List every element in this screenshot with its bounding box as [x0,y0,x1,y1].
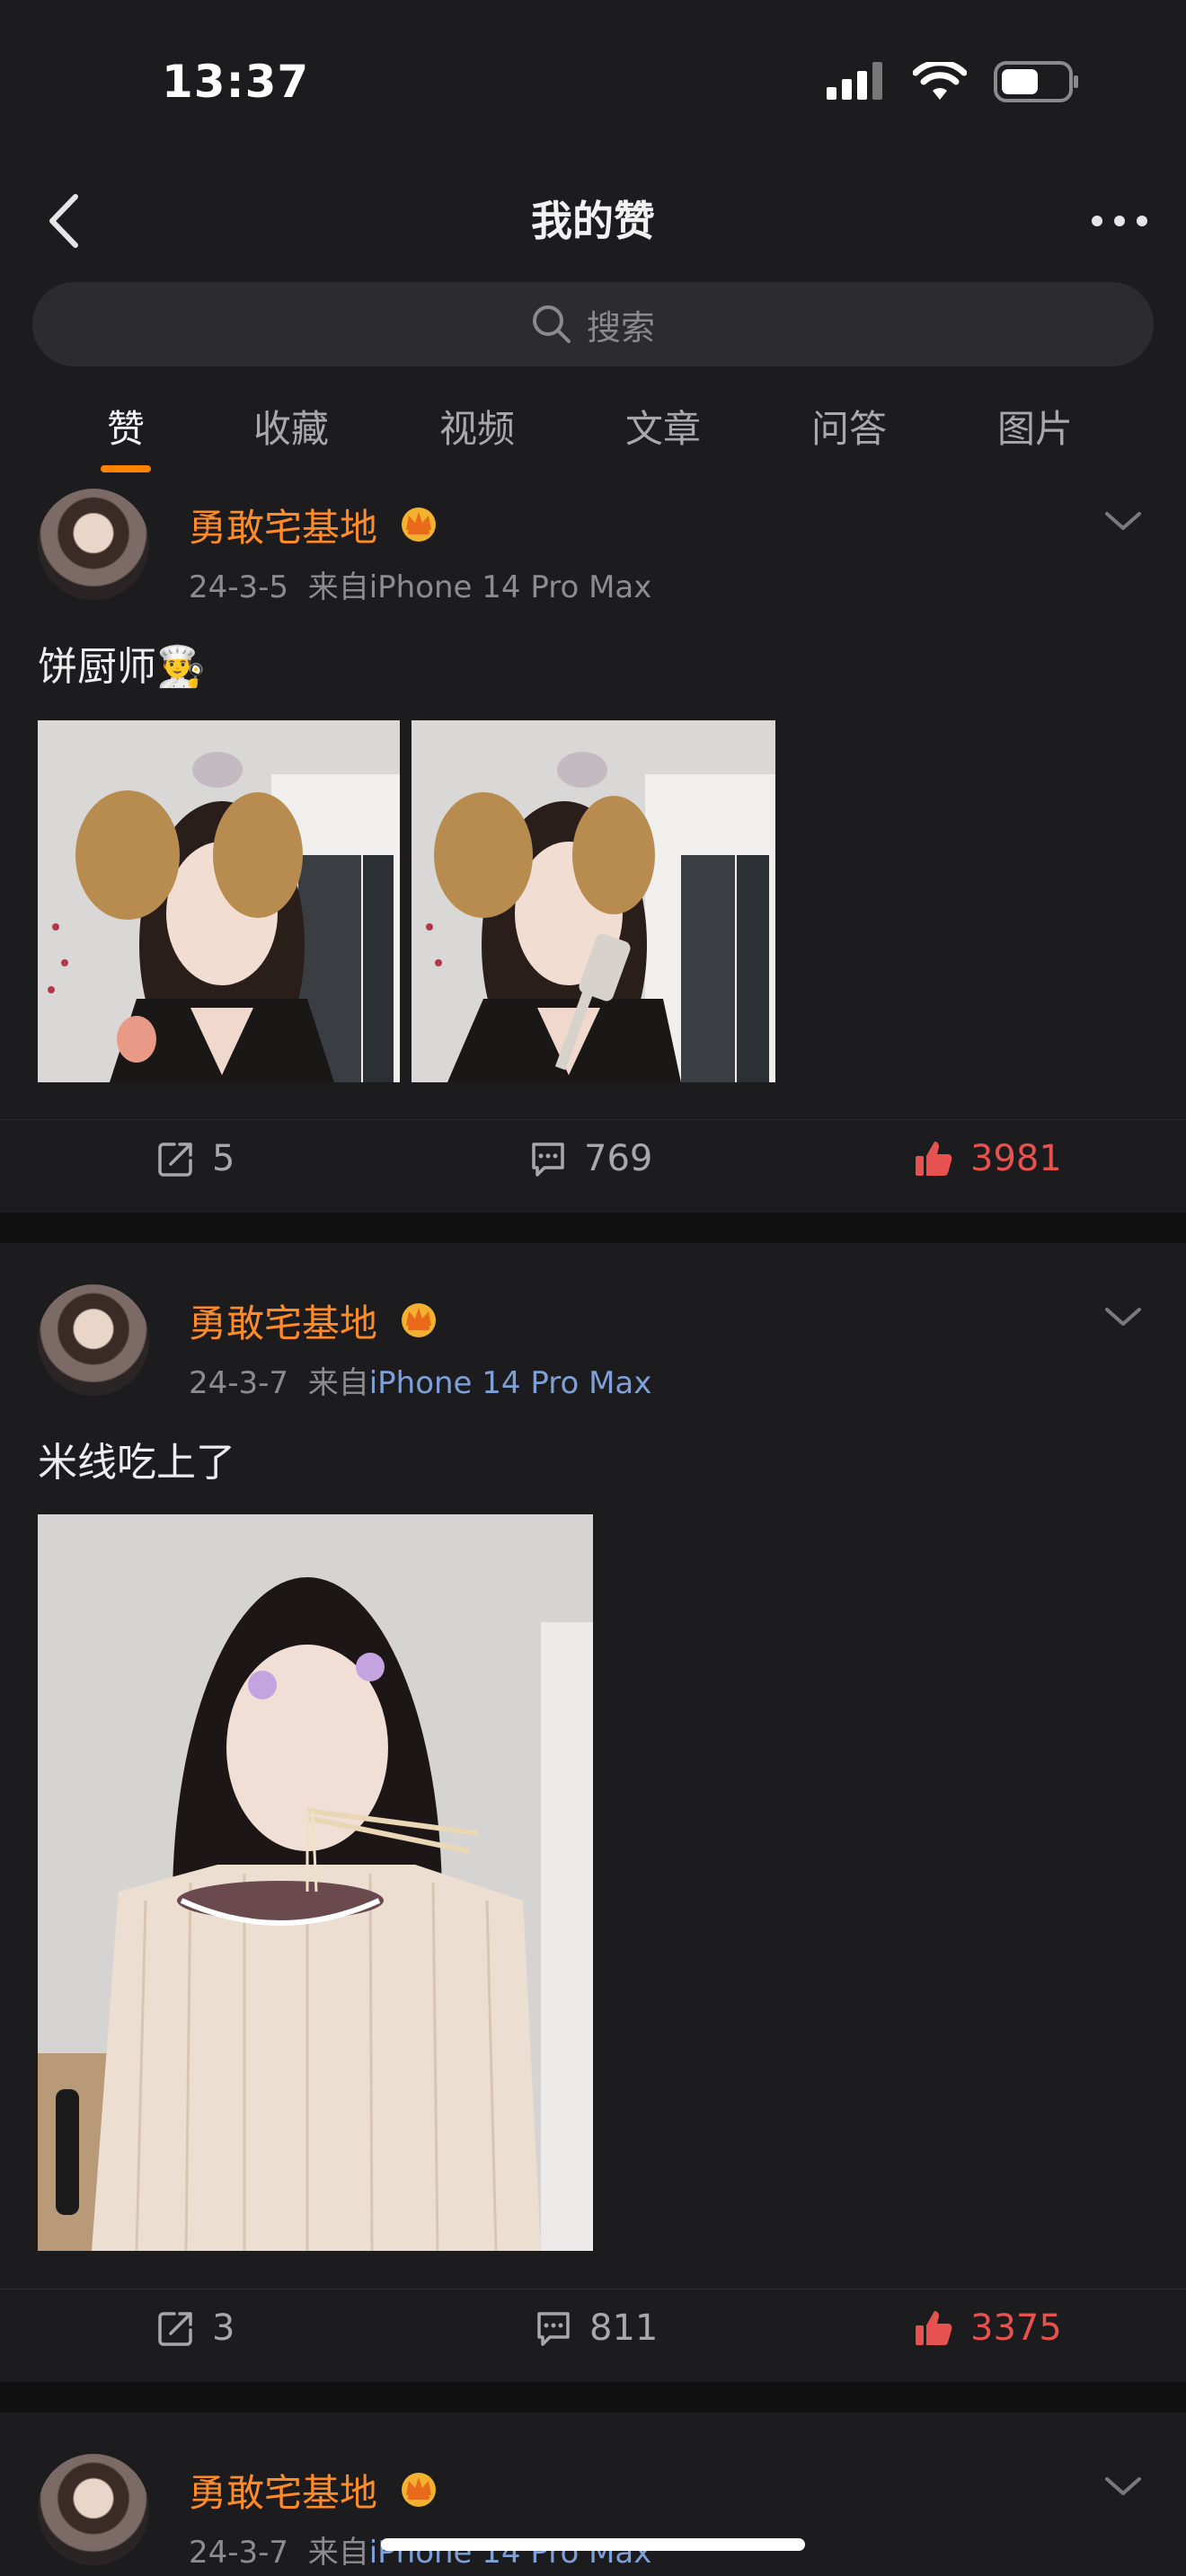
photo-noodles [38,1514,593,2251]
card-separator [0,2382,1186,2413]
post-actions: 5 769 3981 [0,1119,1186,1209]
cellular-signal-icon [827,62,882,100]
status-icons [827,61,1080,102]
repost-button[interactable]: 3 [156,2307,235,2349]
navbar: 我的赞 [0,171,1186,269]
comment-button[interactable]: 769 [528,1138,652,1179]
avatar[interactable] [38,489,149,600]
tab-likes[interactable]: 赞 [63,399,189,454]
post-date: 24-3-7 [189,2535,289,2571]
source-prefix: 来自 [307,2535,369,2571]
tab-favorites[interactable]: 收藏 [228,399,354,454]
device-label[interactable]: iPhone 14 Pro Max [369,1365,652,1401]
comment-icon [537,2312,570,2346]
tab-qa[interactable]: 问答 [786,399,912,454]
post-card[interactable]: 勇敢宅基地 24-3-5 来自iPhone 14 Pro Max 饼厨师👨‍🍳 [0,476,1186,1213]
device-label[interactable]: iPhone 14 Pro Max [369,569,652,605]
comment-count: 769 [584,1138,653,1179]
battery-icon [994,61,1078,102]
user-name[interactable]: 勇敢宅基地 [189,498,377,552]
share-icon [158,2312,192,2346]
search-input[interactable]: 搜索 [32,282,1154,366]
post-meta: 24-3-7 来自iPhone 14 Pro Max [189,1358,651,1402]
post-text: 米线吃上了 [38,1440,235,1486]
user-name[interactable]: 勇敢宅基地 [189,1293,377,1348]
post-image[interactable] [412,720,775,1082]
tab-images[interactable]: 图片 [972,399,1098,454]
tab-articles[interactable]: 文章 [600,399,726,454]
avatar[interactable] [38,1284,149,1396]
status-bar: 13:37 [0,0,1186,171]
chevron-down-icon[interactable] [1096,2459,1150,2513]
page-title: 我的赞 [531,197,655,245]
post-meta: 24-3-5 来自iPhone 14 Pro Max [189,562,651,606]
post-actions: 3 811 3375 [0,2289,1186,2378]
like-button[interactable]: 3981 [913,1138,1062,1179]
tab-bar: 赞 收藏 视频 文章 问答 图片 [0,377,1186,476]
repost-count: 5 [212,1138,235,1179]
post-image[interactable] [38,1514,593,2251]
chevron-down-icon[interactable] [1096,1290,1150,1344]
crown-badge-icon [402,1303,436,1337]
more-button[interactable] [1084,185,1155,257]
repost-button[interactable]: 5 [156,1138,235,1179]
more-horizontal-icon [1092,216,1147,226]
thumbs-up-icon [916,2311,952,2345]
search-section: 搜索 [0,269,1186,377]
post-date: 24-3-7 [189,1365,289,1401]
tab-active-indicator [101,465,151,472]
post-image[interactable] [38,720,400,1082]
source-prefix: 来自 [307,569,369,605]
chevron-down-icon[interactable] [1096,494,1150,548]
repost-count: 3 [212,2307,235,2349]
like-button[interactable]: 3375 [913,2307,1062,2349]
comment-button[interactable]: 811 [534,2307,658,2349]
crown-badge-icon [402,2473,436,2507]
like-count: 3375 [970,2307,1062,2349]
post-card[interactable]: 勇敢宅基地 24-3-7 来自iPhone 14 Pro Max 米线吃上了 3… [0,1243,1186,2382]
tab-videos[interactable]: 视频 [414,399,540,454]
thumbs-up-icon [916,1142,952,1176]
comment-icon [532,1142,564,1177]
photo-chef-1 [38,720,400,1082]
wifi-icon [913,62,967,100]
status-time: 13:37 [162,56,310,108]
post-date: 24-3-5 [189,569,289,605]
home-indicator[interactable] [381,2538,805,2551]
search-placeholder: 搜索 [586,307,655,348]
photo-chef-2 [412,720,775,1082]
post-card[interactable]: 勇敢宅基地 24-3-7 来自iPhone 14 Pro Max [0,2413,1186,2576]
source-prefix: 来自 [307,1365,369,1401]
like-count: 3981 [970,1138,1062,1179]
share-icon [158,1142,192,1177]
crown-badge-icon [402,507,436,542]
card-separator [0,1213,1186,1243]
post-text: 饼厨师👨‍🍳 [38,644,206,690]
search-icon [532,305,571,343]
avatar[interactable] [38,2454,149,2565]
comment-count: 811 [589,2307,659,2349]
user-name[interactable]: 勇敢宅基地 [189,2463,377,2518]
